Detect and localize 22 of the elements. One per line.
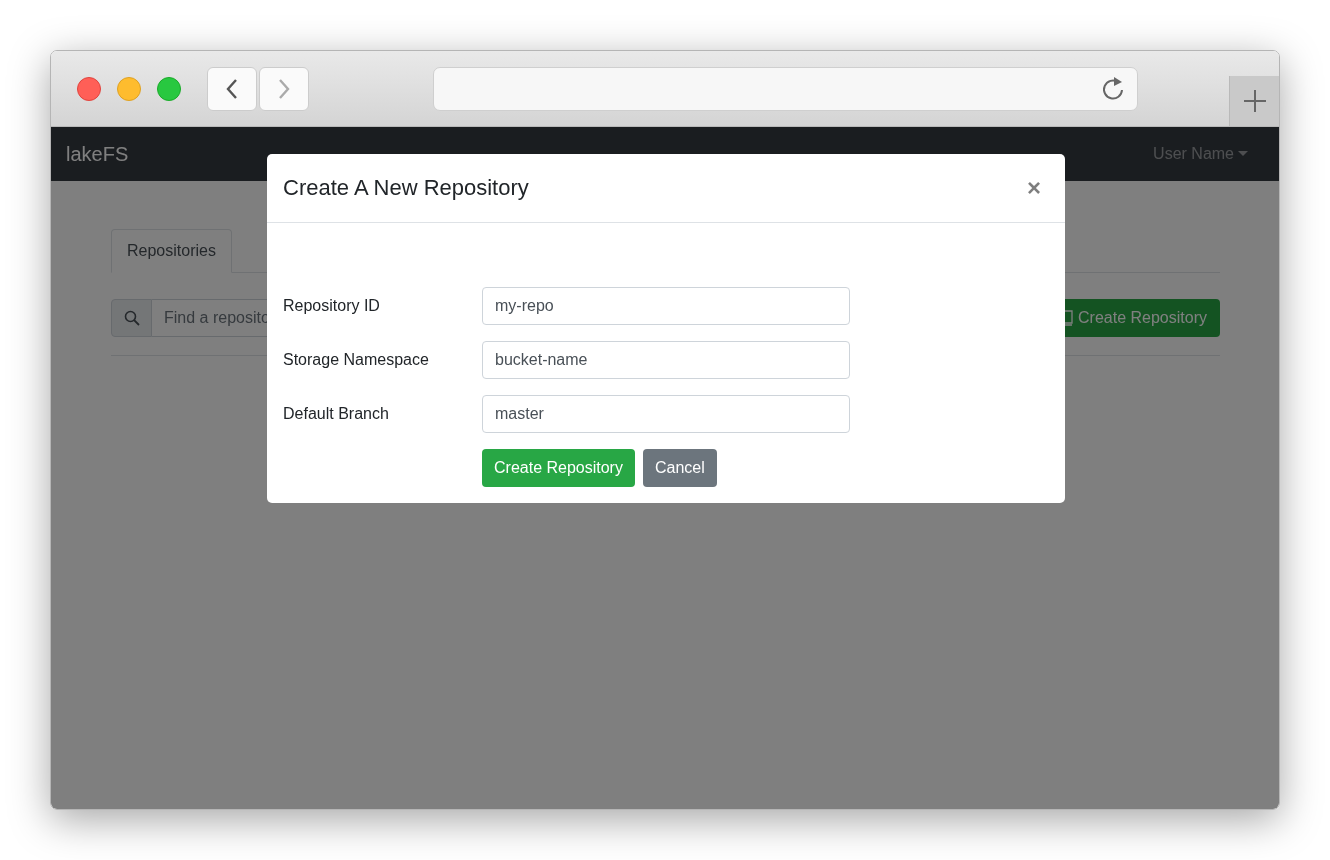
tab[interactable]: Repositories xyxy=(111,229,232,273)
reload-icon[interactable] xyxy=(1101,75,1125,102)
minimize-window-button[interactable] xyxy=(117,76,141,101)
input-field[interactable]: bucket-name xyxy=(482,341,850,379)
back-button[interactable] xyxy=(207,66,257,111)
new-tab-button[interactable] xyxy=(1229,76,1279,126)
field-label: Repository ID xyxy=(283,297,381,315)
dialog-title: Create A New Repository xyxy=(283,175,529,201)
field-label: Storage Namespace xyxy=(283,351,430,369)
chevron-right-icon xyxy=(276,77,292,100)
zoom-window-button[interactable] xyxy=(157,76,181,101)
close-button[interactable]: × xyxy=(1019,174,1049,202)
brand-link[interactable]: lakeFS xyxy=(66,142,129,166)
cancel-button[interactable]: Cancel xyxy=(642,449,717,487)
plus-icon xyxy=(1242,89,1267,113)
search-icon xyxy=(123,310,140,326)
input-field[interactable]: master xyxy=(482,395,850,433)
close-window-button[interactable] xyxy=(77,76,101,101)
field-label: Default Branch xyxy=(283,405,390,423)
submit-button[interactable]: Create Repository xyxy=(482,449,635,487)
input-field[interactable]: my-repo xyxy=(482,287,850,325)
chevron-left-icon xyxy=(224,77,240,100)
